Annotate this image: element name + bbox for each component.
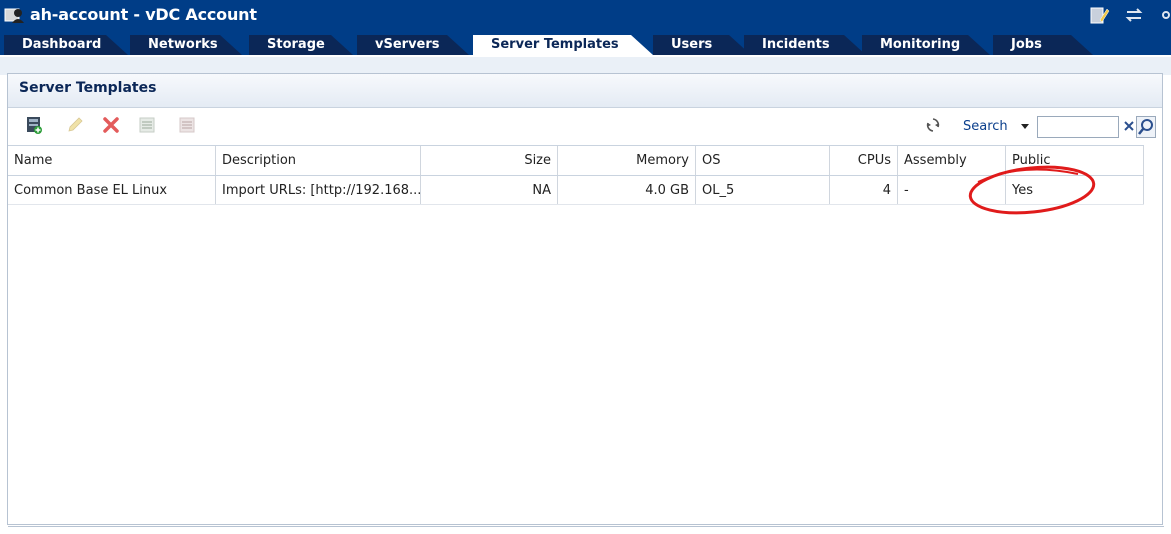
col-header-description[interactable]: Description — [216, 146, 421, 175]
tab-incidents[interactable]: Incidents — [744, 35, 866, 55]
panel-header: Server Templates — [8, 74, 1162, 108]
search-input[interactable] — [1037, 116, 1119, 138]
col-header-cpus[interactable]: CPUs — [830, 146, 898, 175]
clear-search-icon[interactable] — [1122, 117, 1136, 135]
notes-icon[interactable] — [1088, 4, 1110, 26]
tab-networks[interactable]: Networks — [130, 35, 242, 55]
chevron-down-icon[interactable] — [1021, 122, 1029, 130]
tab-storage[interactable]: Storage — [249, 35, 353, 55]
refresh-icon[interactable] — [925, 117, 941, 133]
search-button[interactable] — [1136, 116, 1156, 138]
panel-bottom-border — [8, 526, 1164, 527]
cell-cpus: 4 — [830, 176, 898, 204]
window-title: ah-account - vDC Account — [30, 5, 257, 24]
col-header-size[interactable]: Size — [421, 146, 558, 175]
server-templates-panel: Server Templates Search Name Description… — [7, 73, 1164, 527]
table-row[interactable]: Common Base EL Linux Import URLs: [http:… — [8, 176, 1144, 205]
col-header-os[interactable]: OS — [696, 146, 830, 175]
col-header-public[interactable]: Public — [1006, 146, 1144, 175]
table-header: Name Description Size Memory OS CPUs Ass… — [8, 145, 1144, 176]
more-icon[interactable] — [1158, 4, 1171, 26]
cell-name: Common Base EL Linux — [8, 176, 216, 204]
tab-monitoring[interactable]: Monitoring — [862, 35, 990, 55]
toolbar: Search — [8, 109, 1162, 143]
cell-memory: 4.0 GB — [558, 176, 696, 204]
cell-public: Yes — [1006, 176, 1144, 204]
cell-description: Import URLs: [http://192.168.... — [216, 176, 421, 204]
panel-title: Server Templates — [19, 80, 157, 96]
col-header-memory[interactable]: Memory — [558, 146, 696, 175]
tab-users[interactable]: Users — [653, 35, 751, 55]
edit-icon[interactable] — [66, 116, 84, 134]
delete-icon[interactable] — [102, 116, 120, 134]
cell-os: OL_5 — [696, 176, 830, 204]
navigation-tabs: Dashboard Networks Storage vServers Serv… — [0, 31, 1171, 55]
search-label[interactable]: Search — [963, 119, 1008, 134]
add-template-icon[interactable] — [25, 116, 43, 134]
window-title-bar: ah-account - vDC Account — [0, 0, 1171, 31]
export-icon[interactable] — [138, 116, 156, 134]
tab-server-templates[interactable]: Server Templates — [473, 35, 653, 55]
templates-table: Name Description Size Memory OS CPUs Ass… — [8, 145, 1144, 205]
col-header-assembly[interactable]: Assembly — [898, 146, 1006, 175]
col-header-name[interactable]: Name — [8, 146, 216, 175]
import-icon[interactable] — [178, 116, 196, 134]
vdc-account-icon — [4, 8, 24, 23]
tab-jobs[interactable]: Jobs — [993, 35, 1093, 55]
search-icon — [1138, 119, 1153, 135]
tab-dashboard[interactable]: Dashboard — [4, 35, 128, 55]
cell-size: NA — [421, 176, 558, 204]
tab-vservers[interactable]: vServers — [357, 35, 469, 55]
cell-assembly: - — [898, 176, 1006, 204]
switch-icon[interactable] — [1123, 4, 1145, 26]
